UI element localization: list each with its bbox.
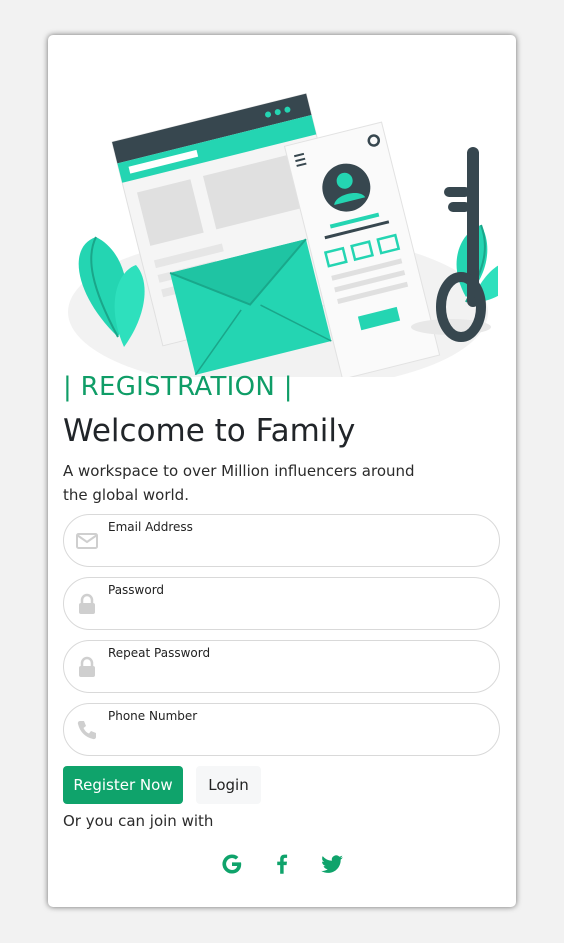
registration-illustration xyxy=(68,93,498,377)
facebook-icon[interactable] xyxy=(269,851,295,877)
envelope-icon xyxy=(75,529,99,553)
registration-card: | REGISTRATION | Welcome to Family A wor… xyxy=(48,35,516,907)
register-button[interactable]: Register Now xyxy=(63,766,183,804)
password-input[interactable] xyxy=(108,602,478,624)
repeat-password-field[interactable]: Repeat Password xyxy=(63,640,500,693)
email-field[interactable]: Email Address xyxy=(63,514,500,567)
page-subtitle: A workspace to over Million influencers … xyxy=(63,462,415,504)
login-button[interactable]: Login xyxy=(196,766,261,804)
password-field[interactable]: Password xyxy=(63,577,500,630)
google-icon[interactable] xyxy=(219,851,245,877)
twitter-icon[interactable] xyxy=(319,851,345,877)
section-eyebrow: | REGISTRATION | xyxy=(63,372,293,402)
phone-input[interactable] xyxy=(108,728,478,750)
repeat-password-input[interactable] xyxy=(108,665,478,687)
repeat-password-label: Repeat Password xyxy=(108,646,211,660)
phone-icon xyxy=(75,718,99,742)
email-input[interactable] xyxy=(108,539,478,561)
phone-field[interactable]: Phone Number xyxy=(63,703,500,756)
lock-icon xyxy=(75,592,99,616)
page-title: Welcome to Family xyxy=(63,413,356,449)
phone-label: Phone Number xyxy=(108,709,198,723)
social-join-prompt: Or you can join with xyxy=(63,812,214,830)
password-label: Password xyxy=(108,583,165,597)
email-label: Email Address xyxy=(108,520,193,534)
lock-icon xyxy=(75,655,99,679)
